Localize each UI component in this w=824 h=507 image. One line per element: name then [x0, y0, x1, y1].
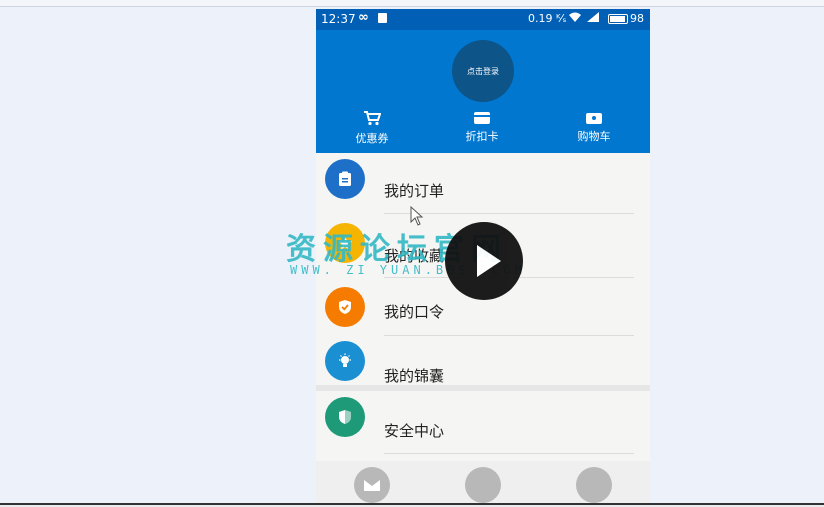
nav-discover-icon[interactable] [465, 467, 501, 503]
infinity-icon: ∞ [358, 10, 369, 25]
shield-check-icon [325, 287, 365, 327]
lightbulb-icon [325, 341, 365, 381]
login-avatar-button[interactable]: 点击登录 [452, 40, 514, 102]
battery-icon [608, 14, 628, 24]
notification-icon [378, 13, 387, 23]
menu-item-security-center[interactable]: 安全中心 [316, 391, 650, 454]
clipboard-icon [325, 159, 365, 199]
window-top-bar [0, 0, 824, 7]
nav-home-icon[interactable] [354, 467, 390, 503]
menu-label-security-center: 安全中心 [384, 422, 445, 440]
discount-card-link[interactable]: 折扣卡 [442, 110, 522, 144]
battery-level: 98 [630, 12, 644, 25]
shopping-cart-link[interactable]: 购物车 [554, 110, 634, 144]
bottom-nav [316, 461, 650, 503]
avatar-label: 点击登录 [467, 66, 499, 76]
coupon-label: 优惠券 [355, 132, 389, 145]
wifi-icon [568, 11, 582, 26]
network-speed: 0.19 ᴷ⁄ₛ [528, 12, 567, 25]
play-button[interactable] [445, 222, 523, 300]
menu-divider [384, 453, 634, 454]
menu-divider [384, 335, 634, 336]
discount-card-label: 折扣卡 [465, 130, 499, 143]
card-icon [474, 112, 490, 124]
cart-icon [332, 110, 412, 128]
ticket-icon [586, 113, 602, 124]
profile-header: 点击登录 优惠券 折扣卡 购物车 [316, 30, 650, 153]
security-shield-icon [325, 397, 365, 437]
status-time: 12:37 [321, 12, 356, 26]
menu-item-orders[interactable]: 我的订单 [316, 153, 650, 214]
coupon-link[interactable]: 优惠券 [332, 110, 412, 146]
security-menu: 安全中心 [316, 391, 650, 461]
menu-label-tips: 我的锦囊 [384, 367, 445, 385]
menu-label-passcode: 我的口令 [384, 303, 445, 321]
status-bar: 12:37 ∞ 0.19 ᴷ⁄ₛ 98 [316, 9, 650, 30]
signal-icon [586, 11, 600, 26]
shopping-cart-label: 购物车 [577, 130, 611, 143]
menu-label-orders: 我的订单 [384, 182, 445, 200]
nav-compass-icon[interactable] [576, 467, 612, 503]
